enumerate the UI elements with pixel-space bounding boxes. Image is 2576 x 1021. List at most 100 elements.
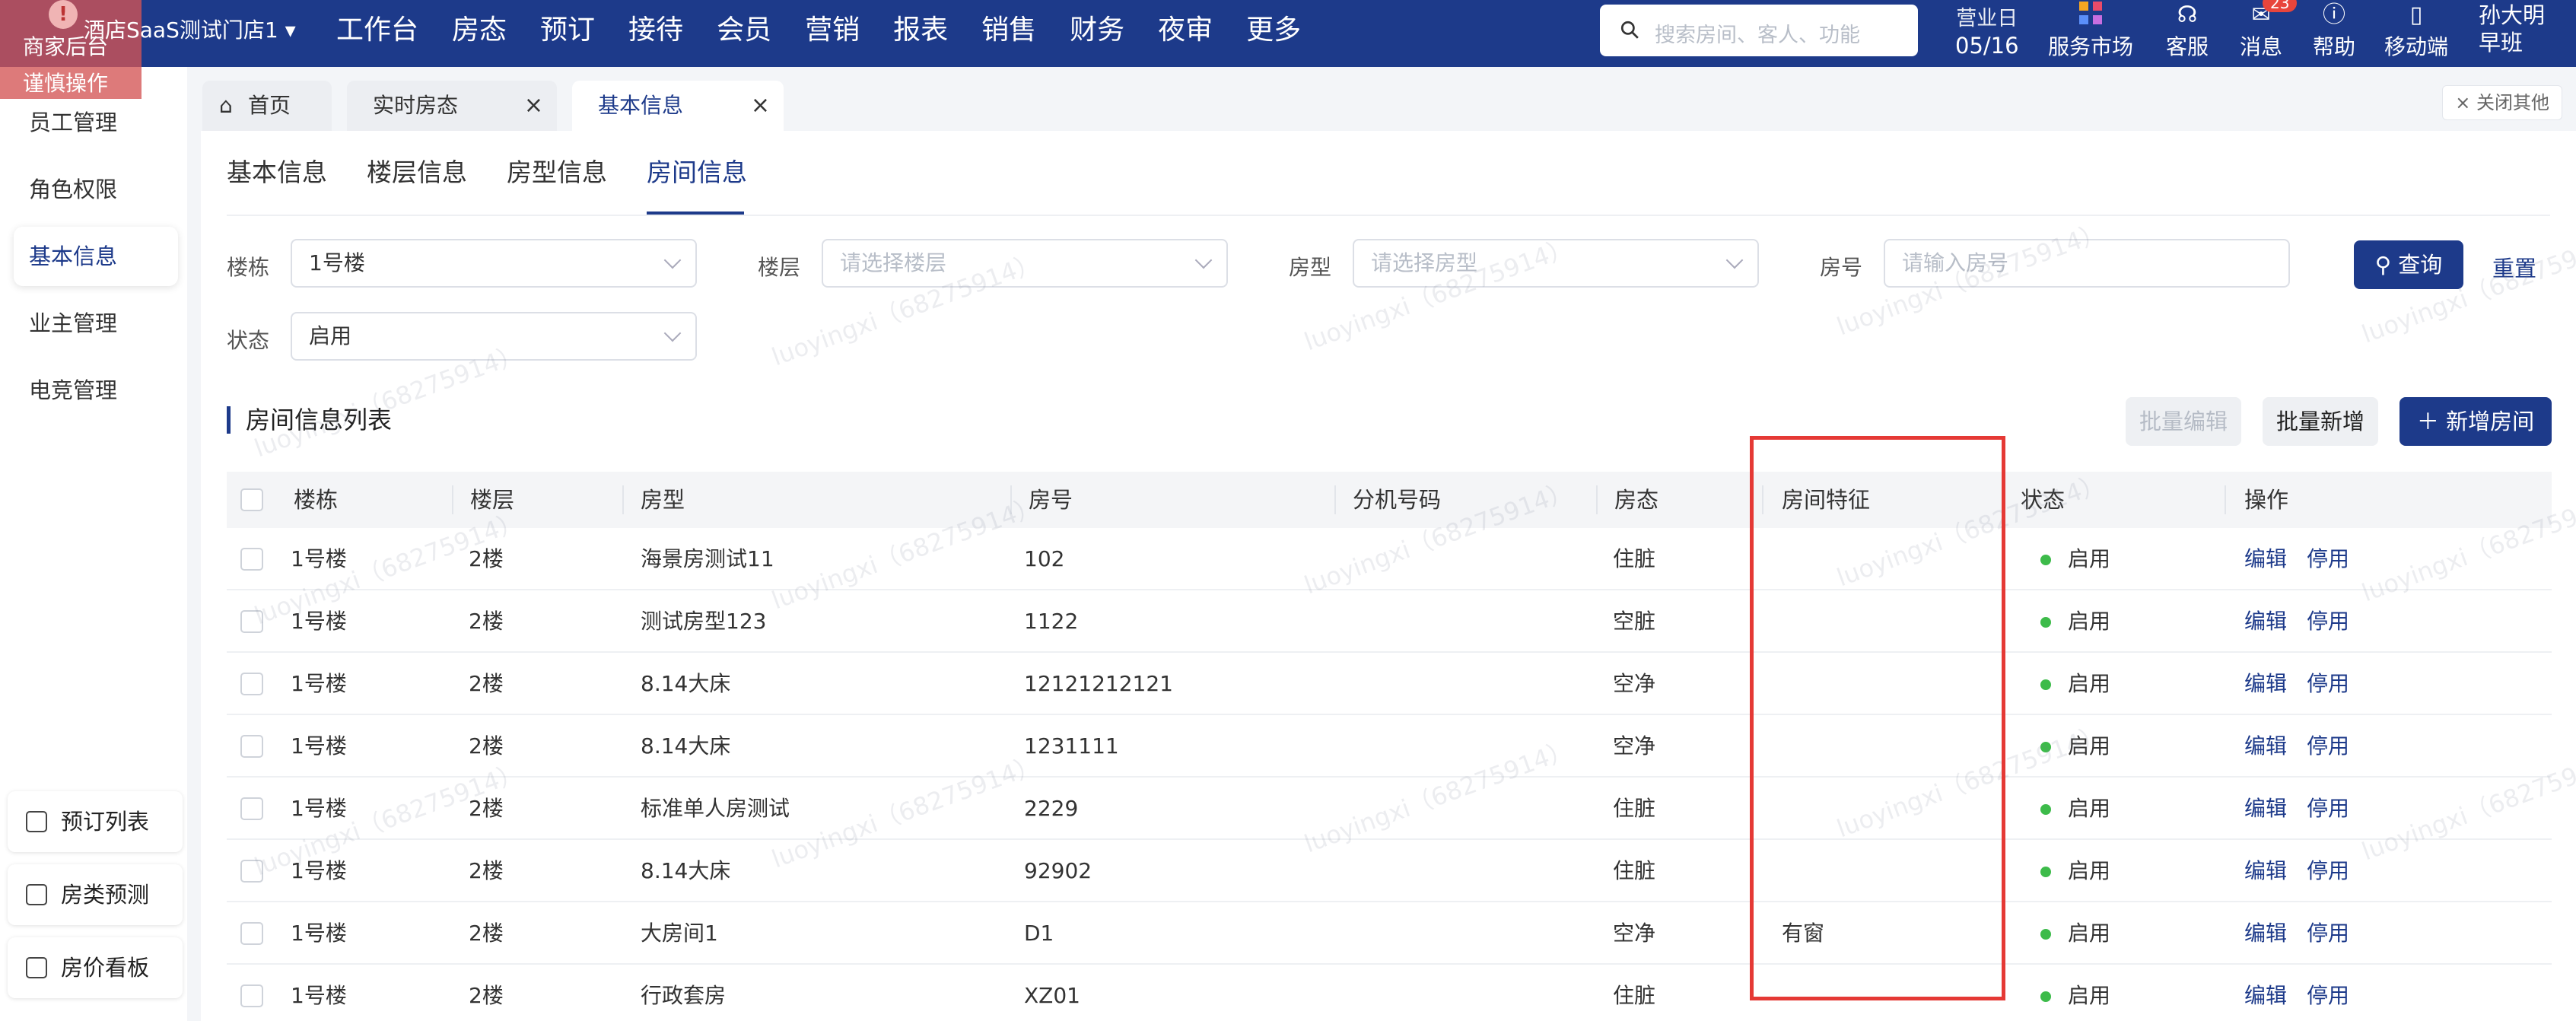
row-checkbox[interactable]	[240, 922, 263, 945]
row-checkbox[interactable]	[240, 610, 263, 633]
subtab-room-info[interactable]: 房间信息	[647, 152, 747, 189]
roomtype-placeholder: 请选择房型	[1371, 250, 1478, 275]
cell-status: 启用	[2040, 840, 2110, 902]
nav-item[interactable]: 夜审	[1141, 11, 1229, 50]
disable-link[interactable]: 停用	[2307, 671, 2349, 696]
subtab-floor-info[interactable]: 楼层信息	[367, 152, 467, 189]
sidebar-item-basic-info[interactable]: 基本信息	[14, 227, 178, 286]
nav-item[interactable]: 会员	[700, 11, 788, 50]
building-select[interactable]: 1号楼	[291, 239, 697, 288]
disable-link[interactable]: 停用	[2307, 796, 2349, 821]
cell-floor: 2楼	[469, 609, 504, 634]
disable-link[interactable]: 停用	[2307, 921, 2349, 946]
table-header: 楼栋 楼层 房型 房号 分机号码 房态 房间特征 状态 操作	[227, 472, 2552, 528]
row-checkbox[interactable]	[240, 984, 263, 1007]
cell-room-state: 空净	[1613, 733, 1656, 759]
nav-item[interactable]: 更多	[1229, 11, 1318, 50]
warning-label: 谨慎操作	[23, 71, 109, 96]
tab-home[interactable]: ⌂ 首页	[202, 81, 332, 131]
tab-room-status[interactable]: 实时房态 ×	[347, 81, 557, 131]
floor-select[interactable]: 请选择楼层	[822, 239, 1228, 288]
tab-label: 基本信息	[598, 93, 684, 118]
edit-link[interactable]: 编辑	[2244, 546, 2287, 571]
subtab-basic-info[interactable]: 基本信息	[227, 152, 327, 189]
quick-booking-list[interactable]: 预订列表	[8, 791, 183, 852]
messages-button[interactable]: ✉ 23 消息	[2240, 0, 2298, 61]
cell-actions: 编辑 停用	[2244, 528, 2369, 590]
sidebar-item-staff[interactable]: 员工管理	[14, 93, 178, 152]
cell-floor: 2楼	[469, 858, 504, 883]
user-menu[interactable]: 孙大明 早班	[2479, 2, 2545, 56]
edit-link[interactable]: 编辑	[2244, 609, 2287, 634]
status-text: 启用	[2068, 796, 2111, 821]
row-checkbox[interactable]	[240, 548, 263, 571]
disable-link[interactable]: 停用	[2307, 858, 2349, 883]
cell-roomno: 92902	[1024, 858, 1092, 883]
query-button[interactable]: ⚲ 查询	[2354, 240, 2463, 289]
close-others-button[interactable]: × 关闭其他	[2442, 85, 2562, 120]
apps-icon	[2048, 2, 2133, 29]
nav-item[interactable]: 营销	[788, 11, 876, 50]
cell-status: 启用	[2040, 965, 2110, 1021]
alert-icon: !	[49, 0, 78, 29]
edit-link[interactable]: 编辑	[2244, 796, 2287, 821]
edit-link[interactable]: 编辑	[2244, 983, 2287, 1008]
tab-basic-info[interactable]: 基本信息 ×	[572, 81, 784, 131]
subtab-roomtype-info[interactable]: 房型信息	[507, 152, 607, 189]
disable-link[interactable]: 停用	[2307, 733, 2349, 759]
cell-roomno: 2229	[1024, 796, 1079, 821]
nav-item[interactable]: 接待	[612, 11, 700, 50]
main-content: 基本信息 楼层信息 房型信息 房间信息 楼栋 1号楼 楼层 请选择楼层 房型 请…	[201, 131, 2576, 1021]
mobile-button[interactable]: ▯ 移动端	[2384, 2, 2448, 61]
business-day: 营业日 05/16	[1955, 2, 2019, 59]
sidebar-item-roles[interactable]: 角色权限	[14, 160, 178, 219]
global-search-input[interactable]: 搜索房间、客人、功能	[1600, 5, 1918, 56]
cell-actions: 编辑 停用	[2244, 590, 2369, 653]
batch-add-button[interactable]: 批量新增	[2263, 397, 2378, 446]
close-icon[interactable]: ×	[751, 81, 770, 131]
sidebar: 员工管理 角色权限 基本信息 业主管理 电竞管理 预订列表 房类预测 房价看板	[0, 67, 187, 1021]
edit-link[interactable]: 编辑	[2244, 858, 2287, 883]
disable-link[interactable]: 停用	[2307, 609, 2349, 634]
disable-link[interactable]: 停用	[2307, 983, 2349, 1008]
edit-link[interactable]: 编辑	[2244, 671, 2287, 696]
page-tabs: ⌂ 首页 实时房态 × 基本信息 × × 关闭其他	[187, 67, 2576, 131]
help-button[interactable]: ⓘ 帮助	[2313, 2, 2355, 61]
roomtype-select[interactable]: 请选择房型	[1353, 239, 1759, 288]
row-checkbox[interactable]	[240, 673, 263, 695]
disable-link[interactable]: 停用	[2307, 546, 2349, 571]
roomno-input[interactable]: 请输入房号	[1884, 239, 2290, 288]
nav-item[interactable]: 销售	[965, 11, 1053, 50]
select-all-checkbox[interactable]	[240, 488, 263, 511]
quick-price-board[interactable]: 房价看板	[8, 937, 183, 998]
batch-edit-button[interactable]: 批量编辑	[2126, 397, 2241, 446]
status-text: 启用	[2068, 546, 2111, 571]
cell-status: 启用	[2040, 590, 2110, 653]
message-count-badge: 23	[2263, 0, 2298, 12]
row-checkbox[interactable]	[240, 860, 263, 883]
nav-item[interactable]: 报表	[876, 11, 965, 50]
status-select[interactable]: 启用	[291, 312, 697, 361]
nav-item[interactable]: 房态	[435, 11, 523, 50]
nav-item[interactable]: 财务	[1053, 11, 1141, 50]
status-text: 启用	[2068, 733, 2111, 759]
status-dot	[2040, 867, 2051, 877]
customer-service-button[interactable]: ☊ 客服	[2166, 2, 2209, 61]
sidebar-item-owners[interactable]: 业主管理	[14, 294, 178, 353]
close-icon[interactable]: ×	[524, 81, 543, 131]
row-checkbox[interactable]	[240, 735, 263, 758]
store-selector[interactable]: 酒店SaaS测试门店1 ▾	[84, 14, 296, 44]
row-checkbox[interactable]	[240, 797, 263, 820]
service-market-button[interactable]: 服务市场	[2048, 2, 2133, 61]
nav-item[interactable]: 预订	[523, 11, 612, 50]
cell-actions: 编辑 停用	[2244, 965, 2369, 1021]
edit-link[interactable]: 编辑	[2244, 733, 2287, 759]
quick-room-forecast[interactable]: 房类预测	[8, 864, 183, 925]
cell-roomtype: 大房间1	[641, 921, 718, 946]
sidebar-item-esports[interactable]: 电竞管理	[14, 361, 178, 420]
table-row: 1号楼 2楼 大房间1 D1 空净 有窗 启用 编辑 停用	[227, 902, 2552, 965]
reset-button[interactable]: 重置	[2492, 251, 2536, 283]
nav-item[interactable]: 工作台	[320, 11, 435, 50]
edit-link[interactable]: 编辑	[2244, 921, 2287, 946]
add-room-button[interactable]: ＋ 新增房间	[2399, 397, 2552, 446]
